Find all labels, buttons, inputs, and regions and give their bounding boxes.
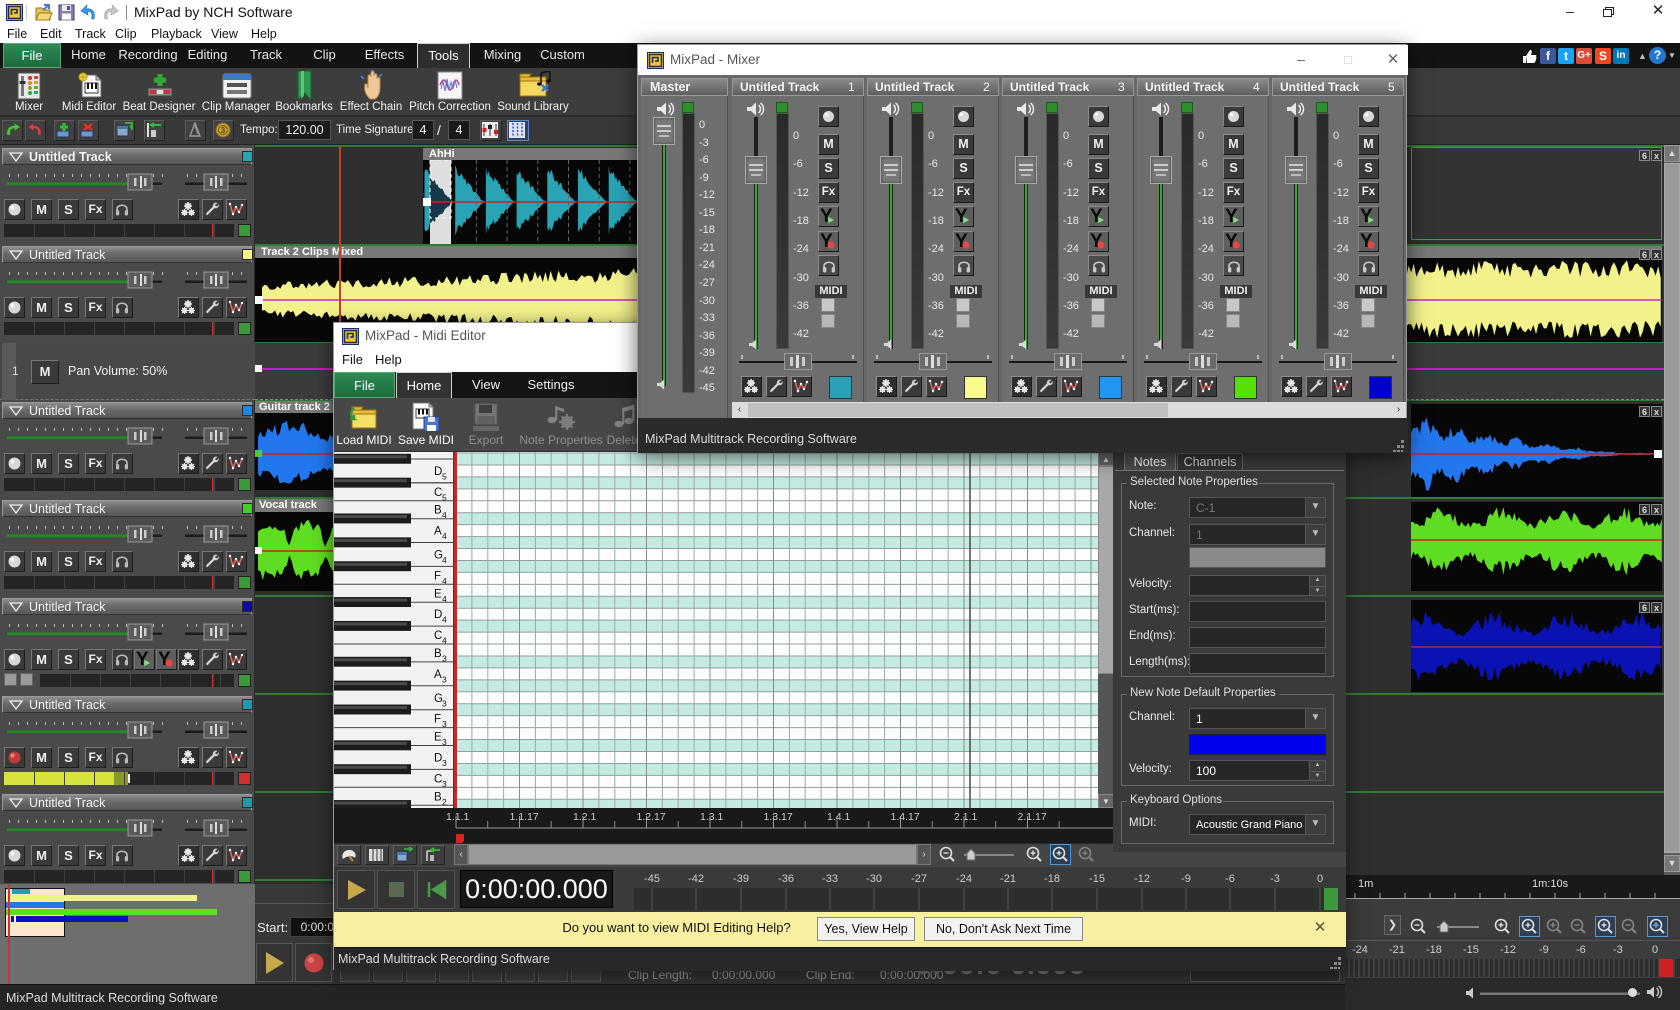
svg-text:3: 3 xyxy=(221,126,226,135)
svg-text:3: 3 xyxy=(442,758,447,768)
svg-text:B: B xyxy=(434,505,442,517)
svg-text:-45: -45 xyxy=(644,873,660,885)
svg-text:-36: -36 xyxy=(778,873,794,885)
svg-text:4: 4 xyxy=(442,531,447,541)
svg-text:-21: -21 xyxy=(1000,873,1016,885)
svg-text:-24: -24 xyxy=(956,873,972,885)
svg-text:1.3.17: 1.3.17 xyxy=(764,811,793,823)
svg-text:3: 3 xyxy=(442,698,447,708)
svg-text:-39: -39 xyxy=(733,873,749,885)
svg-text:-27: -27 xyxy=(911,873,927,885)
svg-text:-42: -42 xyxy=(688,873,704,885)
svg-text:-12: -12 xyxy=(1134,873,1150,885)
svg-text:E: E xyxy=(434,732,442,744)
svg-text:Y: Y xyxy=(820,208,833,225)
svg-text:A: A xyxy=(434,526,442,538)
svg-text:-3: -3 xyxy=(1270,873,1280,885)
svg-text:2.1.1: 2.1.1 xyxy=(954,811,978,823)
svg-text:Y: Y xyxy=(955,208,968,225)
svg-text:0: 0 xyxy=(1317,873,1323,885)
svg-text:Y: Y xyxy=(1090,208,1103,225)
svg-text:A: A xyxy=(434,669,442,681)
svg-text:1.1.1: 1.1.1 xyxy=(446,811,470,823)
svg-text:-33: -33 xyxy=(822,873,838,885)
svg-text:-15: -15 xyxy=(1089,873,1105,885)
svg-text:-30: -30 xyxy=(866,873,882,885)
svg-text:-18: -18 xyxy=(1044,873,1060,885)
svg-text:4: 4 xyxy=(442,555,447,565)
svg-text:F: F xyxy=(434,570,441,582)
svg-text:2.1.17: 2.1.17 xyxy=(1018,811,1047,823)
svg-text:Y: Y xyxy=(1360,208,1373,225)
svg-text:1.2.17: 1.2.17 xyxy=(637,811,666,823)
svg-text:B: B xyxy=(434,791,442,803)
svg-text:1.3.1: 1.3.1 xyxy=(700,811,724,823)
svg-text:4: 4 xyxy=(442,615,447,625)
svg-text:1.2.1: 1.2.1 xyxy=(573,811,597,823)
svg-text:F: F xyxy=(434,714,441,726)
svg-text:1.4.17: 1.4.17 xyxy=(891,811,920,823)
svg-text:1.1.17: 1.1.17 xyxy=(510,811,539,823)
svg-text:E: E xyxy=(434,588,442,600)
svg-text:3: 3 xyxy=(442,674,447,684)
svg-text:1.4.1: 1.4.1 xyxy=(827,811,851,823)
svg-text:-9: -9 xyxy=(1181,873,1191,885)
svg-text:Y: Y xyxy=(1225,208,1238,225)
svg-text:5: 5 xyxy=(442,471,447,481)
svg-text:B: B xyxy=(434,648,442,660)
svg-text:-6: -6 xyxy=(1225,873,1235,885)
